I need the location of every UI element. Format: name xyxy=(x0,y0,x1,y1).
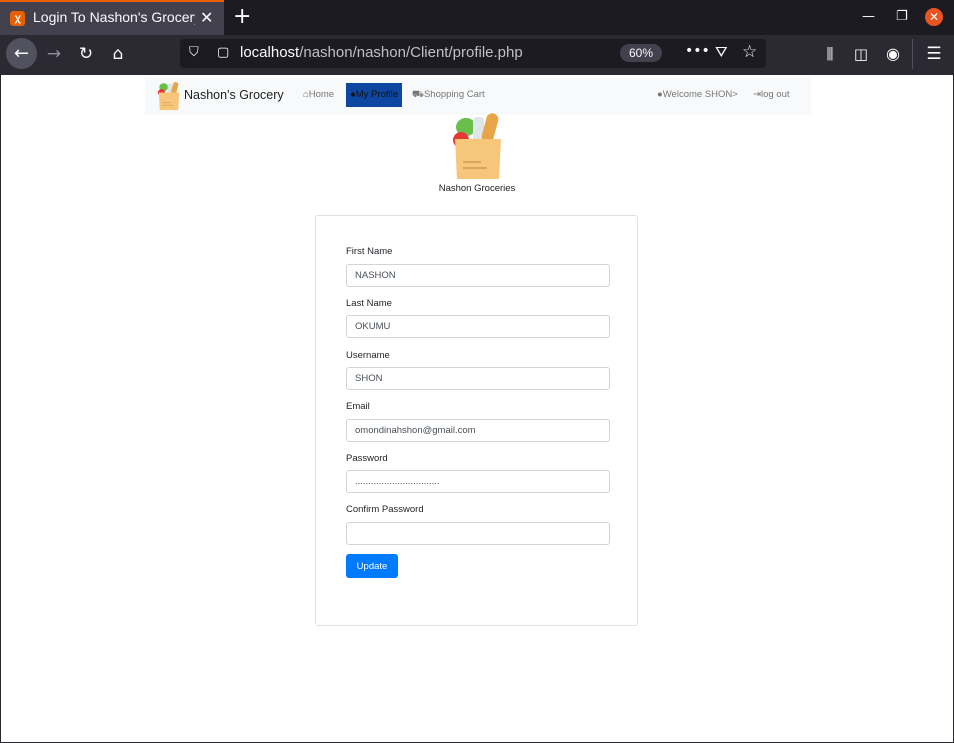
nav-cart-link[interactable]: ⛟Shopping Cart xyxy=(412,89,485,101)
url-host: localhost xyxy=(240,44,300,61)
nav-home-label: Home xyxy=(308,89,335,100)
toolbar-separator xyxy=(912,39,913,69)
library-icon[interactable]: ⫼ xyxy=(818,43,842,65)
password-field[interactable] xyxy=(346,470,610,493)
tab-title: Login To Nashon's Grocery xyxy=(33,9,195,25)
window-close-icon[interactable]: ✕ xyxy=(925,8,943,26)
back-icon[interactable]: ← xyxy=(6,38,37,69)
browser-tab-bar: ꭓ Login To Nashon's Grocery ✕ + — ❐ ✕ xyxy=(0,0,954,35)
pocket-icon[interactable]: ⛛ xyxy=(715,43,728,61)
sidebar-icon[interactable]: ◫ xyxy=(849,43,873,65)
nav-home-link[interactable]: ⌂Home xyxy=(303,89,334,100)
email-field[interactable] xyxy=(346,419,610,442)
nav-logout-link[interactable]: ⇥log out xyxy=(753,89,790,100)
forward-icon[interactable]: → xyxy=(42,43,66,65)
last-name-field[interactable] xyxy=(346,315,610,338)
minimize-icon[interactable]: — xyxy=(862,9,875,24)
logout-icon: ⇥ xyxy=(753,89,761,100)
reload-icon[interactable]: ↻ xyxy=(74,43,98,65)
page-content: Nashon's Grocery ⌂Home ●My Profile ⛟Shop… xyxy=(1,75,953,742)
page-info-icon[interactable]: ▢ xyxy=(217,45,229,60)
xampp-favicon-icon: ꭓ xyxy=(10,11,25,26)
url-path: /nashon/nashon/Client/profile.php xyxy=(299,44,523,61)
page-actions-icon[interactable]: ••• xyxy=(685,43,710,59)
url-text[interactable]: localhost/nashon/nashon/Client/profile.p… xyxy=(240,44,523,61)
menu-icon[interactable]: ☰ xyxy=(922,43,946,65)
account-icon[interactable]: ◉ xyxy=(881,43,905,65)
url-bar[interactable]: ⛉ ▢ localhost/nashon/nashon/Client/profi… xyxy=(180,39,766,68)
last-name-label: Last Name xyxy=(346,298,392,309)
grocery-bag-icon xyxy=(453,113,501,179)
cart-icon: ⛟ xyxy=(412,89,424,100)
nav-welcome-label: Welcome SHON> xyxy=(662,89,738,100)
tracking-shield-icon[interactable]: ⛉ xyxy=(189,45,199,60)
nav-welcome-link[interactable]: ●Welcome SHON> xyxy=(657,89,738,100)
new-tab-icon[interactable]: + xyxy=(233,4,251,29)
bookmark-star-icon[interactable]: ☆ xyxy=(742,42,757,62)
zoom-indicator[interactable]: 60% xyxy=(620,44,662,62)
profile-form-card: First Name Last Name Username Email Pass… xyxy=(315,215,638,626)
browser-toolbar: ← → ↻ ⌂ ⛉ ▢ localhost/nashon/nashon/Clie… xyxy=(0,35,954,76)
tab-close-icon[interactable]: ✕ xyxy=(200,8,213,27)
username-label: Username xyxy=(346,350,390,361)
username-field[interactable] xyxy=(346,367,610,390)
confirm-password-label: Confirm Password xyxy=(346,504,424,515)
brand-name[interactable]: Nashon's Grocery xyxy=(184,88,284,102)
restore-icon[interactable]: ❐ xyxy=(896,9,908,24)
password-label: Password xyxy=(346,453,388,464)
nav-logout-label: log out xyxy=(760,89,790,100)
browser-tab[interactable]: ꭓ Login To Nashon's Grocery ✕ xyxy=(0,0,224,35)
home-icon[interactable]: ⌂ xyxy=(106,43,130,65)
logo-caption: Nashon Groceries xyxy=(438,183,516,194)
grocery-bag-logo-icon[interactable] xyxy=(157,81,181,111)
nav-cart-label: Shopping Cart xyxy=(423,89,485,100)
first-name-field[interactable] xyxy=(346,264,610,287)
first-name-label: First Name xyxy=(346,246,393,257)
email-label: Email xyxy=(346,401,370,412)
confirm-password-field[interactable] xyxy=(346,522,610,545)
update-button[interactable]: Update xyxy=(346,554,398,578)
nav-profile-link[interactable]: ●My Profile xyxy=(346,83,402,107)
site-navbar: Nashon's Grocery ⌂Home ●My Profile ⛟Shop… xyxy=(145,77,811,115)
nav-profile-label: My Profile xyxy=(355,89,398,100)
